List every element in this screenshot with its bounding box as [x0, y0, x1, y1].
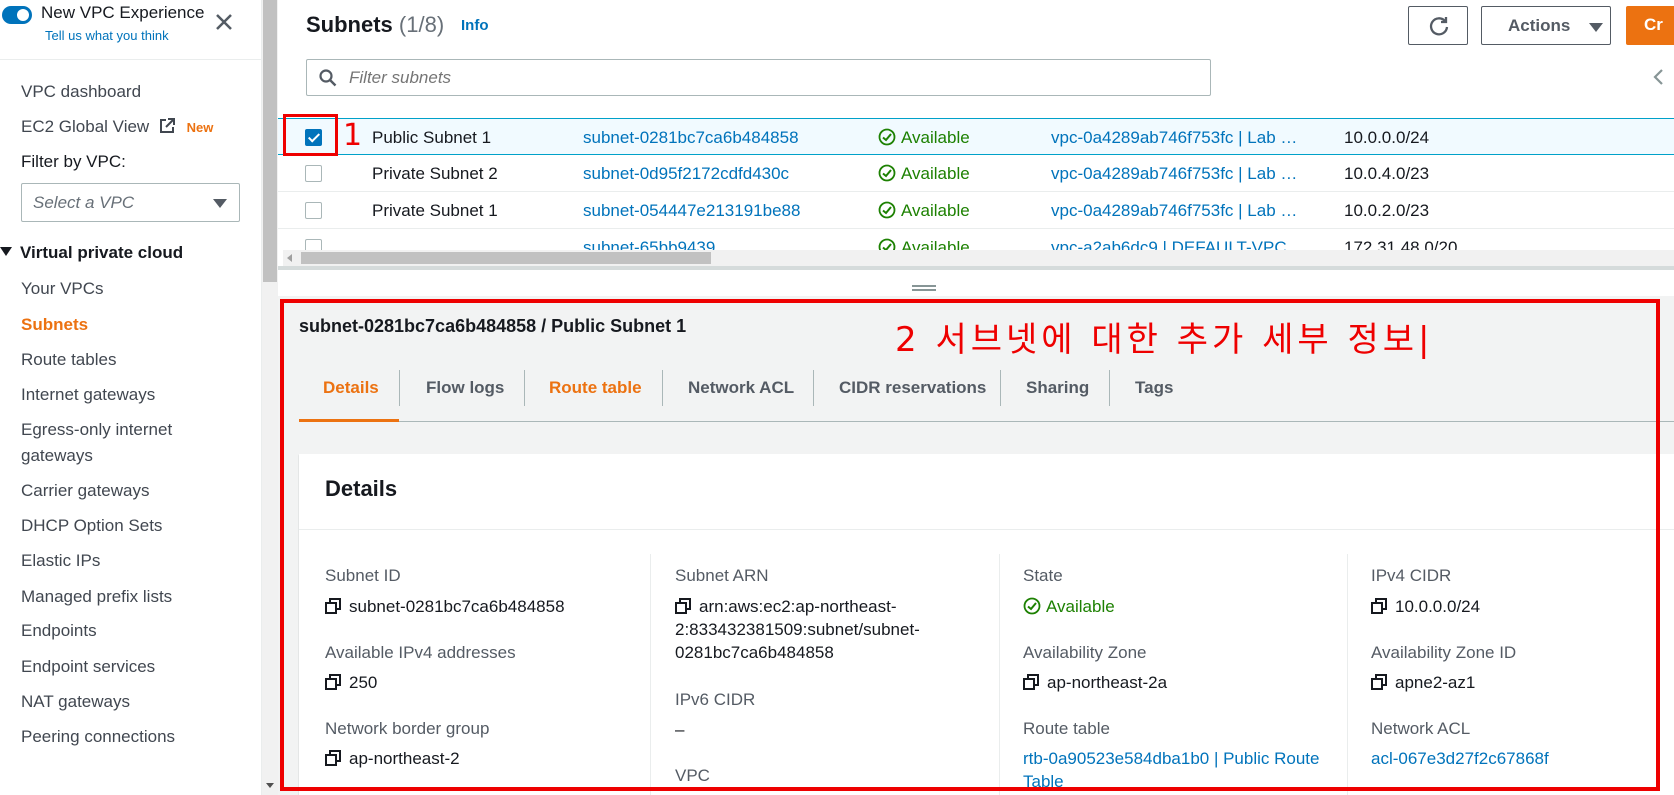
selection-count: (1/8)	[398, 12, 445, 37]
refresh-button[interactable]	[1408, 6, 1468, 45]
sidebar-item-egress-only-internet-gateways-line2[interactable]: gateways	[21, 446, 93, 466]
create-label: Cr	[1644, 15, 1663, 34]
sidebar-item-carrier-gateways[interactable]: Carrier gateways	[21, 481, 150, 501]
sidebar-item-endpoint-services[interactable]: Endpoint services	[21, 657, 155, 677]
sidebar-item-dhcp-option-sets[interactable]: DHCP Option Sets	[21, 516, 162, 536]
table-row[interactable]: subnet-65bb9439 Available vpc-a2ab6dc9 |…	[278, 229, 1674, 250]
page-title-text: Subnets	[306, 12, 393, 37]
table-row[interactable]: Private Subnet 1 subnet-054447e213191be8…	[278, 192, 1674, 229]
create-subnet-button[interactable]: Cr	[1626, 6, 1674, 45]
sidebar-item-managed-prefix-lists[interactable]: Managed prefix lists	[21, 587, 172, 607]
row-checkbox[interactable]	[305, 202, 322, 219]
page-title: Subnets (1/8)	[306, 12, 444, 38]
vpc-link[interactable]: vpc-0a4289ab746f753fc | Lab …	[1051, 201, 1297, 221]
scroll-left-arrow-icon[interactable]	[287, 254, 292, 262]
subnet-state: Available	[878, 201, 970, 221]
sidebar-item-endpoints[interactable]: Endpoints	[21, 621, 97, 641]
subnet-state: Available	[878, 238, 970, 250]
subnet-id-link[interactable]: subnet-054447e213191be88	[583, 201, 800, 221]
collapse-triangle-icon	[0, 247, 12, 256]
scroll-down-arrow-icon[interactable]	[266, 783, 274, 788]
sidebar-item-ec2-global-view[interactable]: EC2 Global View New	[21, 117, 213, 137]
table-row[interactable]: Private Subnet 2 subnet-0d95f2172cdfd430…	[278, 155, 1674, 192]
search-icon	[319, 69, 337, 87]
state-text: Available	[901, 128, 970, 147]
external-link-icon	[159, 118, 175, 133]
subnet-id-link[interactable]: subnet-0d95f2172cdfd430c	[583, 164, 789, 184]
split-panel-divider[interactable]	[278, 266, 1674, 270]
annotation-marker-1: 1	[343, 118, 363, 153]
resize-handle-icon[interactable]	[912, 285, 936, 291]
state-text: Available	[901, 164, 970, 183]
horizontal-scrollbar-thumb[interactable]	[301, 252, 711, 264]
new-vpc-experience-banner: New VPC Experience Tell us what you thin…	[0, 0, 261, 60]
table-row[interactable]: Public Subnet 1 subnet-0281bc7ca6b484858…	[278, 118, 1674, 155]
row-checkbox[interactable]	[305, 239, 322, 250]
section-title: Virtual private cloud	[20, 243, 184, 262]
check-circle-icon	[878, 201, 896, 219]
new-badge: New	[186, 120, 214, 135]
ipv4-cidr: 10.0.4.0/23	[1344, 164, 1430, 183]
sidebar-item-route-tables[interactable]: Route tables	[21, 350, 116, 370]
sidebar-item-nat-gateways[interactable]: NAT gateways	[21, 692, 130, 712]
subnets-table-panel: Subnets (1/8) Info Actions Cr Public Sub…	[278, 0, 1674, 272]
sidebar-item-vpc-dashboard[interactable]: VPC dashboard	[21, 82, 141, 102]
vpc-link[interactable]: vpc-0a4289ab746f753fc | Lab …	[1051, 128, 1297, 148]
vpc-link[interactable]: vpc-0a4289ab746f753fc | Lab …	[1051, 164, 1297, 184]
subnet-id-link[interactable]: subnet-65bb9439	[583, 238, 715, 250]
sidebar-item-subnets[interactable]: Subnets	[21, 315, 88, 335]
vpc-select-placeholder: Select a VPC	[33, 193, 135, 212]
sidebar-scrollbar[interactable]	[262, 0, 278, 795]
check-circle-icon	[878, 128, 896, 146]
state-text: Available	[901, 201, 970, 220]
ipv4-cidr: 10.0.0.0/24	[1344, 128, 1430, 147]
feedback-link[interactable]: Tell us what you think	[45, 28, 169, 43]
annotation-box-checkbox	[283, 114, 338, 156]
ec2-global-view-label: EC2 Global View	[21, 117, 150, 136]
state-text: Available	[901, 238, 970, 250]
sidebar-item-peering-connections[interactable]: Peering connections	[21, 727, 175, 747]
search-input[interactable]	[349, 66, 1189, 90]
sidebar-item-internet-gateways[interactable]: Internet gateways	[21, 385, 155, 405]
virtual-private-cloud-section[interactable]: Virtual private cloud	[0, 243, 183, 263]
sidebar-item-your-vpcs[interactable]: Your VPCs	[21, 279, 104, 299]
check-circle-icon	[878, 164, 896, 182]
check-circle-icon	[878, 238, 896, 250]
subnet-name: Private Subnet 1	[372, 201, 498, 220]
sidebar-scrollbar-thumb[interactable]	[263, 0, 277, 282]
ipv4-cidr: 172.31.48.0/20	[1344, 238, 1458, 250]
subnet-id-link[interactable]: subnet-0281bc7ca6b484858	[583, 128, 799, 148]
chevron-left-icon[interactable]	[1650, 67, 1666, 87]
subnet-state: Available	[878, 128, 970, 148]
sidebar: New VPC Experience Tell us what you thin…	[0, 0, 262, 795]
actions-button[interactable]: Actions	[1481, 6, 1611, 45]
sidebar-item-elastic-ips[interactable]: Elastic IPs	[21, 551, 100, 571]
refresh-icon	[1429, 17, 1449, 36]
caret-down-icon	[213, 199, 227, 208]
actions-label: Actions	[1508, 16, 1571, 35]
close-icon[interactable]	[212, 10, 236, 34]
table-horizontal-scrollbar[interactable]	[283, 250, 1674, 266]
caret-down-icon	[1589, 23, 1603, 32]
subnets-table: Public Subnet 1 subnet-0281bc7ca6b484858…	[278, 118, 1674, 250]
sidebar-item-egress-only-internet-gateways[interactable]: Egress-only internet	[21, 420, 172, 440]
row-checkbox[interactable]	[305, 165, 322, 182]
vpc-link[interactable]: vpc-a2ab6dc9 | DEFAULT-VPC	[1051, 238, 1287, 250]
subnet-state: Available	[878, 164, 970, 184]
ipv4-cidr: 10.0.2.0/23	[1344, 201, 1430, 220]
new-vpc-experience-toggle[interactable]	[2, 6, 32, 24]
annotation-box-details	[280, 299, 1660, 791]
subnet-name: Private Subnet 2	[372, 164, 498, 183]
annotation-marker-2-text: 2 서브넷에 대한 추가 세부 정보|	[895, 320, 1434, 360]
info-link[interactable]: Info	[461, 17, 489, 34]
new-vpc-experience-title: New VPC Experience	[41, 3, 205, 22]
vpc-filter-select[interactable]: Select a VPC	[21, 183, 240, 222]
filter-subnets-search[interactable]	[306, 59, 1211, 96]
filter-by-vpc-label: Filter by VPC:	[21, 152, 126, 171]
subnet-name: Public Subnet 1	[372, 128, 492, 147]
